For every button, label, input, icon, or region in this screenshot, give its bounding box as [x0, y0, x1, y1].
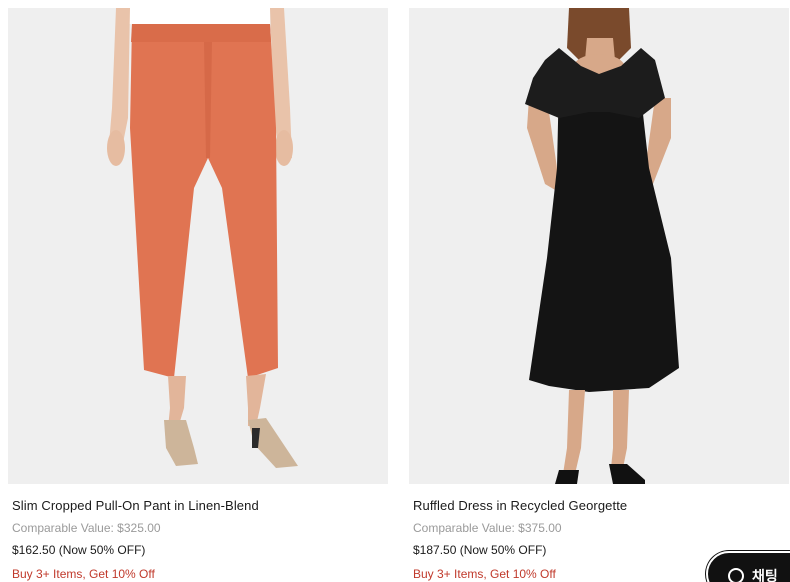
- chat-label: 채팅: [752, 569, 778, 582]
- product-info-pant: Slim Cropped Pull-On Pant in Linen-Blend…: [8, 498, 388, 582]
- comparable-value: Comparable Value: $375.00: [413, 521, 562, 535]
- product-title[interactable]: Slim Cropped Pull-On Pant in Linen-Blend: [12, 498, 388, 514]
- product-card-dress[interactable]: Ruffled Dress in Recycled Georgette Comp…: [409, 8, 789, 582]
- chat-search-icon: [728, 568, 744, 582]
- product-card-pant[interactable]: Slim Cropped Pull-On Pant in Linen-Blend…: [8, 8, 388, 582]
- sale-price: $162.50 (Now 50% OFF): [12, 543, 146, 557]
- comparable-value: Comparable Value: $325.00: [12, 521, 161, 535]
- product-image-dress[interactable]: [409, 8, 789, 484]
- dress-photo: [525, 8, 679, 484]
- product-image-pant[interactable]: [8, 8, 388, 484]
- product-title[interactable]: Ruffled Dress in Recycled Georgette: [413, 498, 789, 514]
- chat-button[interactable]: 채팅: [706, 551, 790, 582]
- promo-text: Buy 3+ Items, Get 10% Off: [12, 567, 155, 581]
- pant-photo: [107, 8, 298, 468]
- product-grid-page: Slim Cropped Pull-On Pant in Linen-Blend…: [0, 0, 790, 582]
